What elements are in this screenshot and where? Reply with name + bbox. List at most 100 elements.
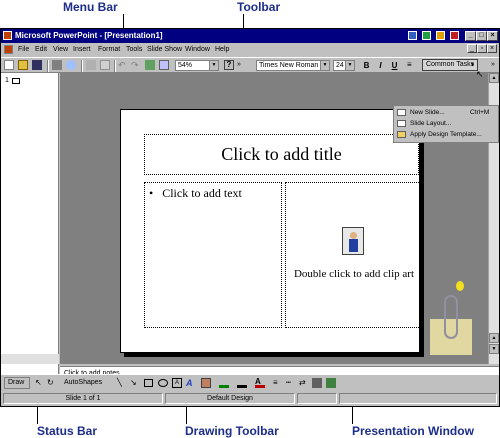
clipart-body xyxy=(349,239,358,252)
menu-tools[interactable]: Tools xyxy=(126,43,142,56)
font-value: Times New Roman xyxy=(259,62,319,69)
font-size-select[interactable]: 24 ▼ xyxy=(333,60,355,71)
lightbulb-icon[interactable] xyxy=(456,281,464,291)
slide[interactable]: Click to add title • Click to add text D… xyxy=(120,109,421,353)
clipart-head xyxy=(350,232,357,239)
font-select[interactable]: Times New Roman ▼ xyxy=(256,60,330,71)
font-color-icon[interactable]: A xyxy=(255,378,265,388)
more-buttons-icon[interactable]: » xyxy=(237,60,247,70)
access-icon[interactable] xyxy=(450,31,459,40)
common-tasks-button[interactable]: Common Tasks ▼ xyxy=(422,59,478,71)
free-rotate-icon[interactable]: ↻ xyxy=(47,378,57,388)
insert-clipart-icon[interactable] xyxy=(201,378,211,388)
clipart-placeholder[interactable]: Double click to add clip art xyxy=(285,182,421,328)
menu-help[interactable]: Help xyxy=(215,43,229,56)
oval-icon[interactable] xyxy=(158,379,168,387)
doc-minimize-button[interactable]: _ xyxy=(467,44,477,53)
rectangle-icon[interactable] xyxy=(144,379,153,387)
print-icon[interactable] xyxy=(52,60,62,70)
zoom-select[interactable]: 54% ▼ xyxy=(175,60,219,71)
menu-file[interactable]: File xyxy=(18,43,29,56)
clipart-placeholder-label: Double click to add clip art xyxy=(293,268,415,280)
menu-slide-show[interactable]: Slide Show xyxy=(147,43,182,56)
next-slide-icon[interactable]: ▼ xyxy=(489,344,499,354)
separator xyxy=(47,60,49,72)
window-title: Microsoft PowerPoint - [Presentation1] xyxy=(15,31,163,40)
save-icon[interactable] xyxy=(32,60,42,70)
scroll-up-icon[interactable]: ▲ xyxy=(489,73,499,83)
common-tasks-menu: New Slide... Ctrl+M Slide Layout... Appl… xyxy=(393,105,499,143)
new-icon[interactable] xyxy=(4,60,14,70)
underline-button[interactable]: U xyxy=(389,60,400,71)
slide-icon[interactable] xyxy=(12,78,20,84)
spelling-icon[interactable] xyxy=(66,60,76,70)
powerpoint-icon[interactable] xyxy=(436,31,445,40)
dash-style-icon[interactable]: ┅ xyxy=(286,378,296,388)
minimize-button[interactable]: _ xyxy=(465,31,476,41)
menu-new-slide[interactable]: New Slide... xyxy=(410,109,445,116)
italic-button[interactable]: I xyxy=(375,60,386,71)
text-placeholder[interactable]: • Click to add text xyxy=(144,182,282,328)
autoshapes-label: AutoShapes xyxy=(64,379,103,386)
common-tasks-label: Common Tasks xyxy=(426,61,475,68)
menu-edit[interactable]: Edit xyxy=(35,43,47,56)
office-assistant-icon[interactable] xyxy=(444,295,458,339)
maximize-button[interactable]: □ xyxy=(476,31,487,41)
doc-close-button[interactable]: × xyxy=(487,44,497,53)
redo-icon[interactable]: ↷ xyxy=(131,60,141,70)
title-placeholder[interactable]: Click to add title xyxy=(144,134,419,175)
menu-apply-design-template[interactable]: Apply Design Template... xyxy=(410,131,482,138)
draw-menu-button[interactable]: Draw xyxy=(4,377,30,389)
cut-icon[interactable] xyxy=(86,60,96,70)
autoshapes-menu-button[interactable]: AutoShapes xyxy=(64,377,114,389)
arrow-icon[interactable]: ↘ xyxy=(130,378,140,388)
app-icon xyxy=(3,31,12,40)
bullet: • xyxy=(149,186,154,200)
word-icon[interactable] xyxy=(408,31,417,40)
undo-icon[interactable]: ↶ xyxy=(118,60,128,70)
font-size-value: 24 xyxy=(336,62,344,69)
text-box-icon[interactable]: A xyxy=(172,378,182,388)
draw-label: Draw xyxy=(8,379,25,386)
arrow-style-icon[interactable]: ⇄ xyxy=(299,378,309,388)
chevron-down-icon[interactable]: ▼ xyxy=(345,61,354,70)
line-color-icon[interactable] xyxy=(237,378,247,388)
clipart-icon[interactable] xyxy=(342,227,364,255)
chevron-down-icon[interactable]: ▼ xyxy=(320,61,329,70)
bold-button[interactable]: B xyxy=(361,60,372,71)
open-icon[interactable] xyxy=(18,60,28,70)
help-icon[interactable]: ? xyxy=(224,60,234,70)
outline-scrollbar[interactable] xyxy=(1,354,59,364)
document-icon[interactable] xyxy=(4,45,13,54)
menu-view[interactable]: View xyxy=(53,43,68,56)
paste-icon[interactable] xyxy=(100,60,110,70)
menu-slide-layout[interactable]: Slide Layout... xyxy=(410,120,451,127)
previous-slide-icon[interactable]: ▲ xyxy=(489,333,499,343)
toolbar-annotation: Toolbar xyxy=(237,0,281,14)
status-bar-annotation: Status Bar xyxy=(37,424,98,438)
status-blank xyxy=(339,393,497,404)
chevron-down-icon[interactable]: ▼ xyxy=(209,61,218,70)
insert-table-icon[interactable] xyxy=(159,60,169,70)
doc-restore-button[interactable]: ▫ xyxy=(477,44,487,53)
line-style-icon[interactable]: ≡ xyxy=(273,378,283,388)
wordart-icon[interactable]: A xyxy=(186,378,196,388)
shadow-icon[interactable] xyxy=(312,378,322,388)
drawing-toolbar-annotation: Drawing Toolbar xyxy=(185,424,279,438)
status-bar: Slide 1 of 1 Default Design xyxy=(1,391,499,406)
menu-window[interactable]: Window xyxy=(185,43,210,56)
excel-icon[interactable] xyxy=(422,31,431,40)
close-button[interactable]: × xyxy=(487,31,498,41)
more-buttons-icon[interactable]: » xyxy=(491,60,500,70)
3d-icon[interactable] xyxy=(326,378,336,388)
insert-chart-icon[interactable] xyxy=(145,60,155,70)
align-left-icon[interactable]: ≡ xyxy=(407,60,417,70)
line-icon[interactable]: ╲ xyxy=(117,378,127,388)
fill-color-icon[interactable] xyxy=(219,378,229,388)
menu-insert[interactable]: Insert xyxy=(73,43,91,56)
menu-format[interactable]: Format xyxy=(98,43,120,56)
select-objects-icon[interactable]: ↖ xyxy=(35,378,45,388)
presentation-window-annotation: Presentation Window xyxy=(352,424,474,438)
outline-pane[interactable]: 1 xyxy=(1,73,59,398)
design-template-icon xyxy=(397,131,406,138)
